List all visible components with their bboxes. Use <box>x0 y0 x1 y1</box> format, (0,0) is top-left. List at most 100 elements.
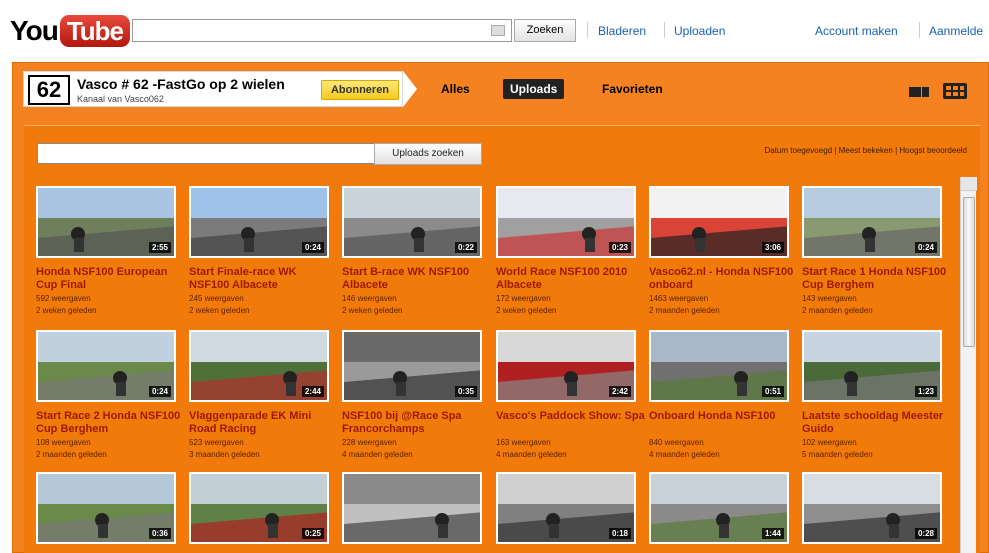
channel-avatar[interactable]: 62 <box>28 75 70 105</box>
video-age: 2 weken geleden <box>36 306 97 315</box>
video-views: 523 weergaven <box>189 438 244 447</box>
video-thumbnail[interactable]: 2:42 <box>496 330 636 402</box>
video-title[interactable]: Start Finale-race WK NSF100 Albacete <box>189 266 339 292</box>
video-views: 840 weergaven <box>649 438 704 447</box>
grid-view-icon[interactable] <box>943 83 967 99</box>
video-views: 143 weergaven <box>802 294 857 303</box>
video-age: 2 maanden geleden <box>802 306 873 315</box>
video-views: 1463 weergaven <box>649 294 709 303</box>
video-title[interactable]: Start B-race WK NSF100 Albacete <box>342 266 492 292</box>
video-thumbnail[interactable]: 0:22 <box>342 186 482 258</box>
video-views: 146 weergaven <box>342 294 397 303</box>
video-duration: 0:24 <box>148 386 171 397</box>
divider <box>919 22 920 38</box>
video-thumbnail[interactable]: 0:23 <box>496 186 636 258</box>
tab-all[interactable]: Alles <box>441 82 470 96</box>
video-thumbnail[interactable]: 0:36 <box>36 472 176 544</box>
video-age: 2 weken geleden <box>342 306 403 315</box>
video-thumbnail[interactable]: 1:44 <box>649 472 789 544</box>
subscribe-button[interactable]: Abonneren <box>321 80 399 100</box>
thumbnail-image <box>344 474 480 542</box>
uploads-search-input[interactable] <box>37 143 377 164</box>
video-thumbnail[interactable]: 2:44 <box>189 330 329 402</box>
tab-uploads[interactable]: Uploads <box>503 79 565 99</box>
video-age: 2 maanden geleden <box>36 450 107 459</box>
video-thumbnail[interactable]: 0:51 <box>649 330 789 402</box>
video-title[interactable]: NSF100 bij @Race Spa Francorchamps <box>342 410 492 436</box>
video-thumbnail[interactable]: 0:25 <box>189 472 329 544</box>
divider <box>587 22 588 38</box>
video-title[interactable]: Start Race 2 Honda NSF100 Cup Berghem <box>36 410 186 436</box>
search-button[interactable]: Zoeken <box>514 19 576 42</box>
header-arrow <box>403 71 417 107</box>
video-thumbnail[interactable]: 0:35 <box>342 330 482 402</box>
video-duration: 0:18 <box>608 528 631 539</box>
video-title[interactable]: Vasco's Paddock Show: Spa <box>496 410 646 423</box>
video-age: 4 maanden geleden <box>342 450 413 459</box>
video-thumbnail[interactable]: 2:55 <box>36 186 176 258</box>
video-title[interactable]: World Race NSF100 2010 Albacete <box>496 266 646 292</box>
browse-link[interactable]: Bladeren <box>598 24 646 38</box>
video-thumbnail[interactable] <box>342 472 482 544</box>
video-views: 245 weergaven <box>189 294 244 303</box>
video-title[interactable]: Laatste schooldag Meester Guido <box>802 410 952 436</box>
video-duration: 2:44 <box>301 386 324 397</box>
keyboard-icon[interactable] <box>491 25 505 36</box>
video-duration: 1:23 <box>914 386 937 397</box>
player-view-icon[interactable] <box>908 84 932 100</box>
video-duration: 0:25 <box>301 528 324 539</box>
video-duration: 0:36 <box>148 528 171 539</box>
scrollbar[interactable] <box>960 177 977 553</box>
video-age: 3 maanden geleden <box>189 450 260 459</box>
channel-info-card: 62 Vasco # 62 -FastGo op 2 wielen Kanaal… <box>23 71 403 107</box>
video-title[interactable]: Onboard Honda NSF100 <box>649 410 799 423</box>
video-views: 172 weergaven <box>496 294 551 303</box>
sign-in-link[interactable]: Aanmelde <box>929 24 983 38</box>
video-views: 592 weergaven <box>36 294 91 303</box>
uploads-search-button[interactable]: Uploads zoeken <box>374 143 482 165</box>
video-thumbnail[interactable]: 0:24 <box>802 186 942 258</box>
video-age: 2 weken geleden <box>189 306 250 315</box>
video-thumbnail[interactable]: 0:18 <box>496 472 636 544</box>
video-views: 102 weergaven <box>802 438 857 447</box>
video-thumbnail[interactable]: 0:24 <box>36 330 176 402</box>
video-duration: 3:06 <box>761 242 784 253</box>
video-duration: 0:22 <box>454 242 477 253</box>
video-duration: 0:35 <box>454 386 477 397</box>
video-title[interactable]: Start Race 1 Honda NSF100 Cup Berghem <box>802 266 952 292</box>
video-title[interactable]: Vlaggenparade EK Mini Road Racing <box>189 410 339 436</box>
video-views: 108 weergaven <box>36 438 91 447</box>
video-thumbnail[interactable]: 0:28 <box>802 472 942 544</box>
video-duration: 1:44 <box>761 528 784 539</box>
upload-link[interactable]: Uploaden <box>674 24 725 38</box>
video-thumbnail[interactable]: 0:24 <box>189 186 329 258</box>
video-duration: 0:24 <box>301 242 324 253</box>
video-duration: 0:24 <box>914 242 937 253</box>
video-duration: 0:28 <box>914 528 937 539</box>
video-thumbnail[interactable]: 1:23 <box>802 330 942 402</box>
video-age: 4 maanden geleden <box>649 450 720 459</box>
video-duration: 0:51 <box>761 386 784 397</box>
video-age: 5 maanden geleden <box>802 450 873 459</box>
youtube-logo[interactable]: You Tube <box>10 14 130 48</box>
logo-tube: Tube <box>59 15 130 47</box>
video-title[interactable]: Honda NSF100 European Cup Final <box>36 266 186 292</box>
create-account-link[interactable]: Account maken <box>815 24 898 38</box>
logo-you: You <box>10 15 59 46</box>
video-duration: 2:42 <box>608 386 631 397</box>
video-views: 163 weergaven <box>496 438 551 447</box>
video-thumbnail[interactable]: 3:06 <box>649 186 789 258</box>
video-views: 228 weergaven <box>342 438 397 447</box>
divider <box>664 22 665 38</box>
scroll-thumb[interactable] <box>963 197 975 347</box>
tab-favorites[interactable]: Favorieten <box>602 82 663 96</box>
sort-links[interactable]: Datum toegevoegd | Meest bekeken | Hoogs… <box>764 146 967 155</box>
video-duration: 2:55 <box>148 242 171 253</box>
search-input[interactable] <box>132 19 512 42</box>
video-age: 2 weken geleden <box>496 306 557 315</box>
channel-title: Vasco # 62 -FastGo op 2 wielen <box>77 76 285 92</box>
channel-header: 62 Vasco # 62 -FastGo op 2 wielen Kanaal… <box>23 71 417 107</box>
video-duration: 0:23 <box>608 242 631 253</box>
video-title[interactable]: Vasco62.nl - Honda NSF100 onboard <box>649 266 799 292</box>
scroll-up-button[interactable] <box>961 177 977 191</box>
